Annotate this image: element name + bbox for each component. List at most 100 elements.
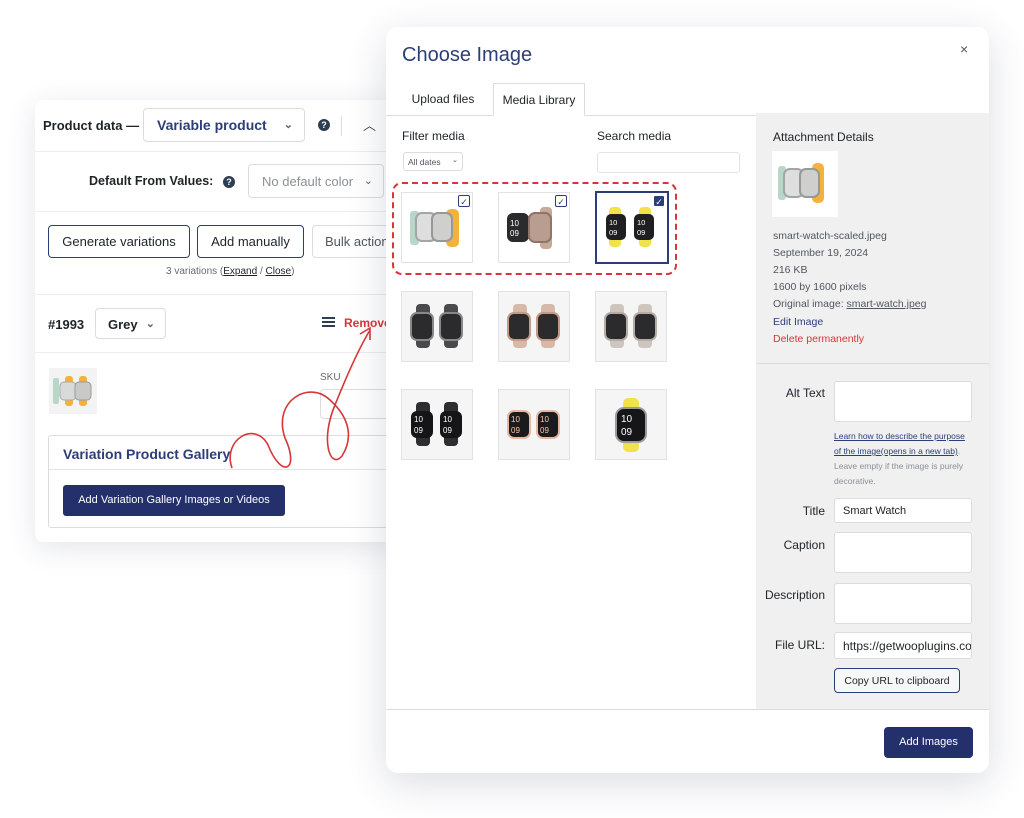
- watch-image: 10 09 10 09: [402, 390, 472, 459]
- sku-label: SKU: [320, 372, 341, 383]
- drag-handle-icon[interactable]: [322, 317, 335, 327]
- variations-divider-text: /: [257, 266, 266, 277]
- original-image-link[interactable]: smart-watch.jpeg: [847, 298, 927, 310]
- chevron-up-icon[interactable]: ︿: [363, 115, 376, 134]
- watch-image: [402, 292, 472, 361]
- media-item[interactable]: ✓: [401, 192, 473, 263]
- media-item[interactable]: 10 09 ✓: [498, 192, 570, 263]
- add-variation-gallery-button[interactable]: Add Variation Gallery Images or Videos: [63, 485, 285, 516]
- variation-image-thumbnail[interactable]: [49, 368, 97, 414]
- edit-image-link[interactable]: Edit Image: [773, 316, 823, 328]
- title-input[interactable]: Smart Watch: [834, 498, 972, 523]
- media-item-active[interactable]: 10 09 10 09 ✓: [595, 191, 669, 264]
- divider: [756, 363, 989, 364]
- svg-text:10: 10: [621, 414, 633, 425]
- default-color-select[interactable]: No default color ⌄: [248, 164, 384, 198]
- product-data-header: Product data — Variable product ⌄ ? ︿: [35, 100, 407, 152]
- svg-text:10: 10: [510, 219, 519, 228]
- variations-count-text: 3 variations (: [166, 266, 224, 277]
- alt-text-input[interactable]: [834, 381, 972, 422]
- attachment-details-sidebar: Attachment Details smart-watch-scaled.jp…: [756, 113, 989, 709]
- svg-text:10: 10: [414, 415, 423, 424]
- checkmark-icon[interactable]: ✓: [458, 195, 470, 207]
- chevron-down-icon: ⌄: [452, 157, 458, 164]
- svg-text:09: 09: [443, 426, 452, 435]
- svg-text:10: 10: [540, 415, 549, 424]
- chevron-down-icon: ⌄: [363, 175, 373, 187]
- delete-permanently-link[interactable]: Delete permanently: [773, 333, 864, 345]
- variation-color-value: Grey: [108, 317, 138, 332]
- svg-text:10: 10: [637, 218, 645, 227]
- variation-id: #1993: [48, 317, 85, 332]
- remove-variation-link[interactable]: Remove: [344, 316, 391, 330]
- media-item[interactable]: [595, 291, 667, 362]
- add-images-button[interactable]: Add Images: [884, 727, 973, 758]
- file-url-label: File URL:: [774, 638, 825, 652]
- media-item[interactable]: 10 09: [595, 389, 667, 460]
- svg-text:09: 09: [609, 228, 617, 237]
- svg-text:10: 10: [511, 415, 520, 424]
- caption-input[interactable]: [834, 532, 972, 573]
- modal-title: Choose Image: [402, 44, 533, 66]
- svg-text:09: 09: [540, 426, 549, 435]
- alt-text-help-link[interactable]: Learn how to describe the purpose of the…: [834, 431, 965, 456]
- svg-text:10: 10: [609, 218, 617, 227]
- generate-variations-button[interactable]: Generate variations: [48, 225, 190, 258]
- alt-text-help: Learn how to describe the purpose of the…: [834, 429, 974, 489]
- description-label: Description: [764, 588, 825, 602]
- watch-image: [499, 292, 569, 361]
- file-url-input[interactable]: https://getwooplugins.com: [834, 632, 972, 659]
- help-icon[interactable]: ?: [318, 119, 330, 131]
- chevron-down-icon: ⌄: [145, 318, 155, 330]
- title-label: Title: [802, 504, 825, 518]
- close-link[interactable]: Close: [266, 266, 292, 277]
- divider: [35, 352, 407, 353]
- media-item[interactable]: [498, 291, 570, 362]
- media-item[interactable]: [401, 291, 473, 362]
- divider: [49, 469, 407, 470]
- attachment-filename: smart-watch-scaled.jpeg: [773, 230, 887, 242]
- copy-url-button[interactable]: Copy URL to clipboard: [834, 668, 960, 693]
- attachment-size: 216 KB: [773, 264, 808, 276]
- variation-gallery-box: Variation Product Gallery Add Variation …: [48, 435, 407, 528]
- divider: [35, 294, 407, 295]
- default-form-values-label: Default From Values:: [89, 174, 214, 188]
- close-icon[interactable]: ×: [960, 41, 968, 57]
- original-image-label: Original image:: [773, 298, 847, 310]
- watch-image: [596, 292, 666, 361]
- svg-text:09: 09: [621, 427, 633, 438]
- attachment-preview-image: [772, 151, 838, 217]
- add-manually-button[interactable]: Add manually: [197, 225, 304, 258]
- help-icon[interactable]: ?: [223, 176, 235, 188]
- expand-link[interactable]: Expand: [223, 266, 257, 277]
- tab-media-library[interactable]: Media Library: [493, 83, 585, 116]
- svg-text:10: 10: [443, 415, 452, 424]
- product-data-panel: Product data — Variable product ⌄ ? ︿ De…: [35, 100, 407, 542]
- attachment-details-heading: Attachment Details: [773, 130, 874, 144]
- svg-text:09: 09: [414, 426, 423, 435]
- svg-text:09: 09: [637, 228, 645, 237]
- choose-image-modal: Choose Image × Upload files Media Librar…: [386, 27, 989, 773]
- media-item[interactable]: 10 09 10 09: [401, 389, 473, 460]
- product-type-value: Variable product: [157, 117, 267, 133]
- checkmark-icon[interactable]: ✓: [555, 195, 567, 207]
- tab-upload-files[interactable]: Upload files: [402, 83, 484, 116]
- product-data-title: Product data —: [43, 118, 140, 133]
- watch-image: 10 09: [596, 390, 666, 459]
- variation-color-select[interactable]: Grey ⌄: [95, 308, 166, 339]
- description-input[interactable]: [834, 583, 972, 624]
- chevron-down-icon: ⌄: [283, 119, 293, 131]
- variations-suffix-text: ): [291, 266, 295, 277]
- divider: [386, 709, 989, 710]
- media-item[interactable]: 10 09 10 09: [498, 389, 570, 460]
- checkmark-icon[interactable]: ✓: [653, 195, 665, 207]
- search-media-input[interactable]: [597, 152, 740, 173]
- alt-text-label: Alt Text: [785, 386, 825, 400]
- search-media-label: Search media: [597, 129, 672, 143]
- caption-label: Caption: [783, 538, 825, 552]
- attachment-original: Original image: smart-watch.jpeg: [773, 298, 926, 310]
- divider: [35, 211, 407, 212]
- product-type-select[interactable]: Variable product ⌄: [143, 108, 305, 142]
- filter-dates-select[interactable]: All dates ⌄: [403, 152, 463, 171]
- filter-dates-value: All dates: [408, 157, 441, 167]
